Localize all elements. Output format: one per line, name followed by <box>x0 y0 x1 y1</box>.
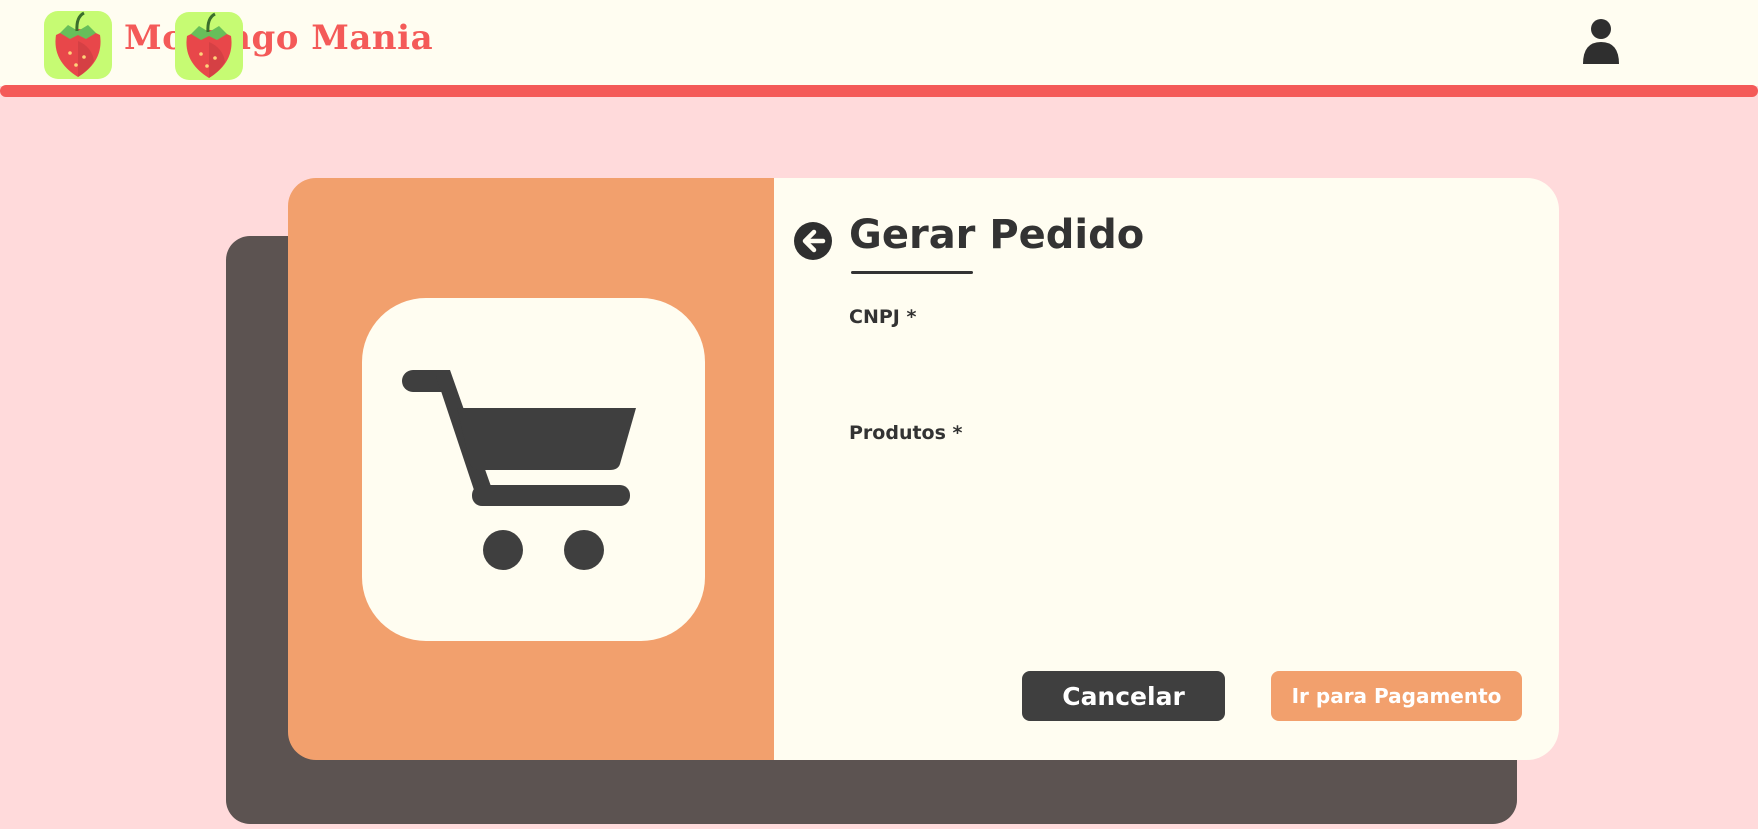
arrow-left-circle-icon <box>794 222 832 260</box>
go-to-payment-button[interactable]: Ir para Pagamento <box>1271 671 1522 721</box>
title-underline <box>851 271 973 274</box>
header-divider <box>0 85 1758 97</box>
cart-tile <box>362 298 705 641</box>
strawberry-icon <box>175 12 243 80</box>
cancel-button[interactable]: Cancelar <box>1022 671 1225 721</box>
brand-name: Morango Mania <box>124 18 434 58</box>
cnpj-label: CNPJ * <box>849 306 917 328</box>
back-button[interactable] <box>793 221 833 266</box>
strawberry-icon[interactable] <box>44 11 112 79</box>
shopping-cart-icon <box>402 370 636 570</box>
produtos-label: Produtos * <box>849 422 963 444</box>
page-title: Gerar Pedido <box>849 212 1145 258</box>
user-icon[interactable] <box>1580 18 1622 69</box>
